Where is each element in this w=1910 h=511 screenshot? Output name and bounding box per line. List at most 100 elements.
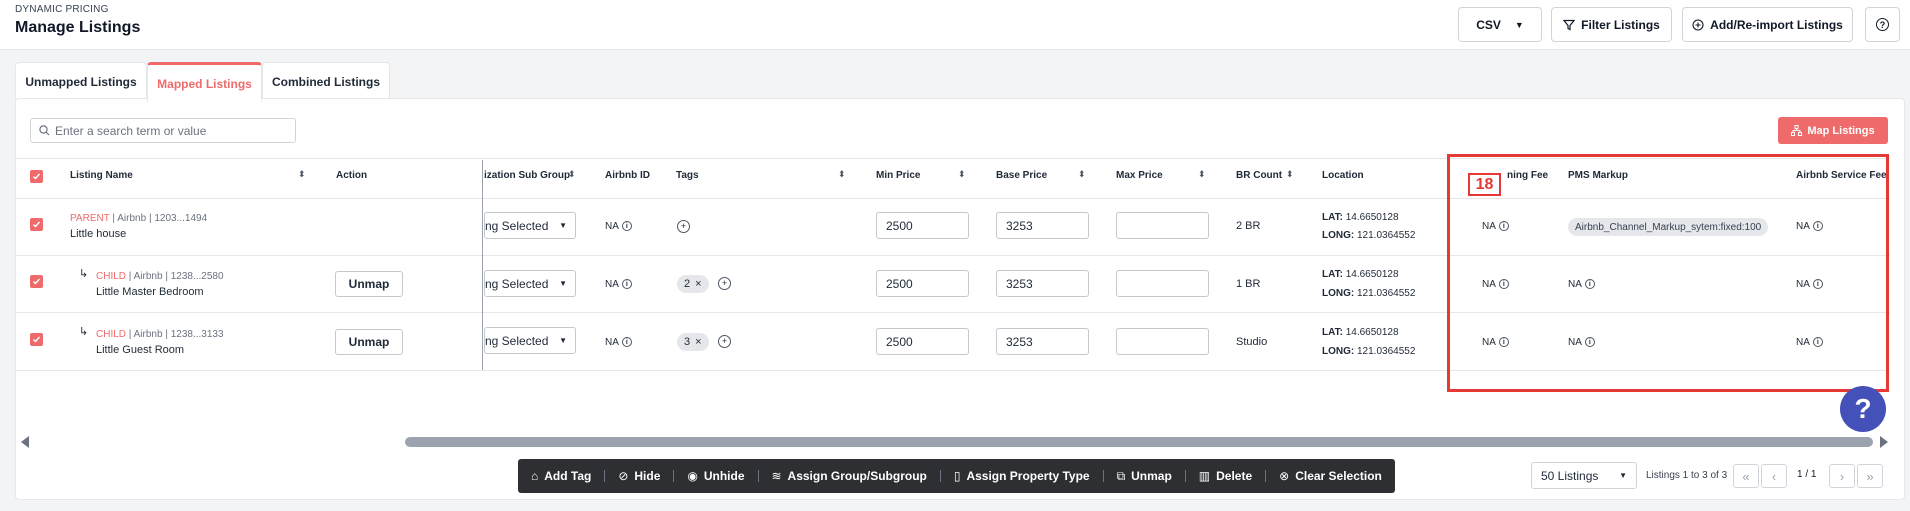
unmap-button[interactable]: Unmap [335, 271, 403, 297]
base-price-input[interactable]: 3253 [996, 270, 1089, 297]
add-tag-icon[interactable]: + [677, 220, 690, 233]
scroll-left-icon[interactable] [21, 436, 29, 448]
sort-icon[interactable]: ⬍ [568, 169, 576, 180]
add-circle-icon [1692, 18, 1704, 31]
sub-group-select[interactable]: ng Selected ▼ [484, 327, 576, 354]
listing-type: CHILD [96, 271, 127, 282]
br-count: 2 BR [1236, 220, 1261, 232]
sort-icon[interactable]: ⬍ [1198, 169, 1206, 180]
base-price-input[interactable]: 3253 [996, 212, 1089, 239]
help-chat-button[interactable]: ? [1840, 386, 1886, 432]
sort-icon[interactable]: ⬍ [958, 169, 966, 180]
sitemap-icon [1791, 125, 1803, 136]
tab-unmapped-listings[interactable]: Unmapped Listings [15, 62, 147, 100]
frozen-column-divider [482, 160, 483, 370]
assign-group-action[interactable]: ≋ Assign Group/Subgroup [771, 469, 926, 483]
max-price-input[interactable] [1116, 212, 1209, 239]
eye-icon: ◉ [687, 469, 698, 483]
pagination-range: Listings 1 to 3 of 3 [1646, 470, 1728, 481]
col-tags: Tags [676, 170, 699, 181]
unmap-action[interactable]: ⧉ Unmap [1117, 469, 1172, 484]
col-airbnb-id: Airbnb ID [605, 170, 650, 181]
sort-icon[interactable]: ⬍ [298, 169, 306, 180]
scroll-right-icon[interactable] [1880, 436, 1888, 448]
listing-source: Airbnb | 1238...3133 [133, 329, 224, 340]
select-all-checkbox[interactable] [30, 170, 43, 183]
add-reimport-listings-button[interactable]: Add/Re-import Listings [1682, 7, 1853, 42]
page-indicator: 1 / 1 [1797, 469, 1817, 480]
last-page-button[interactable]: » [1857, 464, 1883, 488]
sort-icon[interactable]: ⬍ [838, 169, 846, 180]
next-page-button[interactable]: › [1829, 464, 1855, 488]
add-tag-icon[interactable]: + [718, 335, 731, 348]
delete-action[interactable]: ▥ Delete [1199, 469, 1252, 483]
sort-icon[interactable]: ⬍ [1286, 169, 1294, 180]
sitemap-icon: ⧉ [1116, 468, 1126, 483]
search-input[interactable]: Enter a search term or value [30, 118, 296, 143]
location-lat: LAT: 14.6650128 [1322, 269, 1399, 280]
sub-group-select[interactable]: ng Selected ▼ [484, 212, 576, 239]
col-location: Location [1322, 170, 1364, 181]
col-base-price: Base Price [996, 170, 1048, 181]
assign-property-type-action[interactable]: ▯ Assign Property Type [954, 469, 1090, 483]
search-placeholder: Enter a search term or value [55, 123, 207, 138]
unmap-button[interactable]: Unmap [335, 329, 403, 355]
per-page-select[interactable]: 50 Listings ▼ [1531, 462, 1637, 489]
unhide-action[interactable]: ◉ Unhide [687, 469, 744, 483]
prev-page-button[interactable]: ‹ [1761, 464, 1787, 488]
info-icon[interactable]: i [621, 279, 632, 290]
max-price-input[interactable] [1116, 270, 1209, 297]
sub-group-value: ng Selected [485, 276, 549, 291]
child-arrow-icon: ↳ [79, 326, 89, 338]
tag-count-pill[interactable]: 3 × [677, 333, 709, 351]
horizontal-scrollbar-thumb[interactable] [405, 437, 1873, 447]
tab-mapped-listings[interactable]: Mapped Listings [147, 62, 262, 102]
add-tag-action[interactable]: ⌂ Add Tag [531, 469, 591, 483]
airbnb-id: NA i [605, 221, 632, 232]
col-action: Action [336, 170, 368, 181]
add-reimport-label: Add/Re-import Listings [1710, 17, 1843, 32]
airbnb-id: NA i [605, 279, 632, 290]
info-icon[interactable]: i [621, 221, 632, 232]
sort-icon[interactable]: ⬍ [1078, 169, 1086, 180]
row-checkbox[interactable] [30, 333, 43, 346]
listing-meta: CHILD | Airbnb | 1238...3133 [96, 329, 224, 340]
caret-down-icon: ▼ [559, 279, 567, 288]
row-checkbox[interactable] [30, 275, 43, 288]
clear-selection-action[interactable]: ⊗ Clear Selection [1279, 469, 1382, 483]
tag-count-pill[interactable]: 2 × [677, 275, 709, 293]
hide-action[interactable]: ⊘ Hide [618, 469, 660, 483]
tab-combined-listings[interactable]: Combined Listings [262, 62, 390, 100]
listing-name: Little Master Bedroom [96, 286, 204, 298]
csv-label: CSV [1476, 17, 1501, 32]
col-max-price: Max Price [1116, 170, 1163, 181]
remove-tag-icon[interactable]: × [695, 336, 701, 348]
help-button[interactable]: ? [1865, 7, 1900, 42]
col-listing-name: Listing Name [70, 170, 133, 181]
map-listings-button[interactable]: Map Listings [1778, 117, 1888, 144]
base-price-input[interactable]: 3253 [996, 328, 1089, 355]
question-circle-icon: ? [1876, 18, 1889, 31]
listing-name: Little house [70, 228, 127, 240]
info-icon[interactable]: i [621, 337, 632, 348]
first-page-button[interactable]: « [1733, 464, 1759, 488]
map-listings-label: Map Listings [1807, 124, 1875, 137]
caret-down-icon: ▼ [559, 336, 567, 345]
csv-dropdown[interactable]: CSV ▼ [1458, 7, 1542, 42]
bulk-actions-bar: ⌂ Add Tag ⊘ Hide ◉ Unhide ≋ Assign Group/Sub… [518, 459, 1395, 493]
br-count: 1 BR [1236, 278, 1261, 290]
max-price-input[interactable] [1116, 328, 1209, 355]
remove-tag-icon[interactable]: × [695, 278, 701, 290]
min-price-input[interactable]: 2500 [876, 328, 969, 355]
listing-source: Airbnb | 1203...1494 [117, 213, 208, 224]
location-lat: LAT: 14.6650128 [1322, 212, 1399, 223]
col-sub-group: ization Sub Group [484, 170, 571, 181]
location-long: LONG: 121.0364552 [1322, 288, 1416, 299]
add-tag-icon[interactable]: + [718, 277, 731, 290]
filter-listings-button[interactable]: Filter Listings [1551, 7, 1672, 42]
sub-group-select[interactable]: ng Selected ▼ [484, 270, 576, 297]
filter-listings-label: Filter Listings [1581, 17, 1660, 32]
min-price-input[interactable]: 2500 [876, 212, 969, 239]
row-checkbox[interactable] [30, 218, 43, 231]
min-price-input[interactable]: 2500 [876, 270, 969, 297]
